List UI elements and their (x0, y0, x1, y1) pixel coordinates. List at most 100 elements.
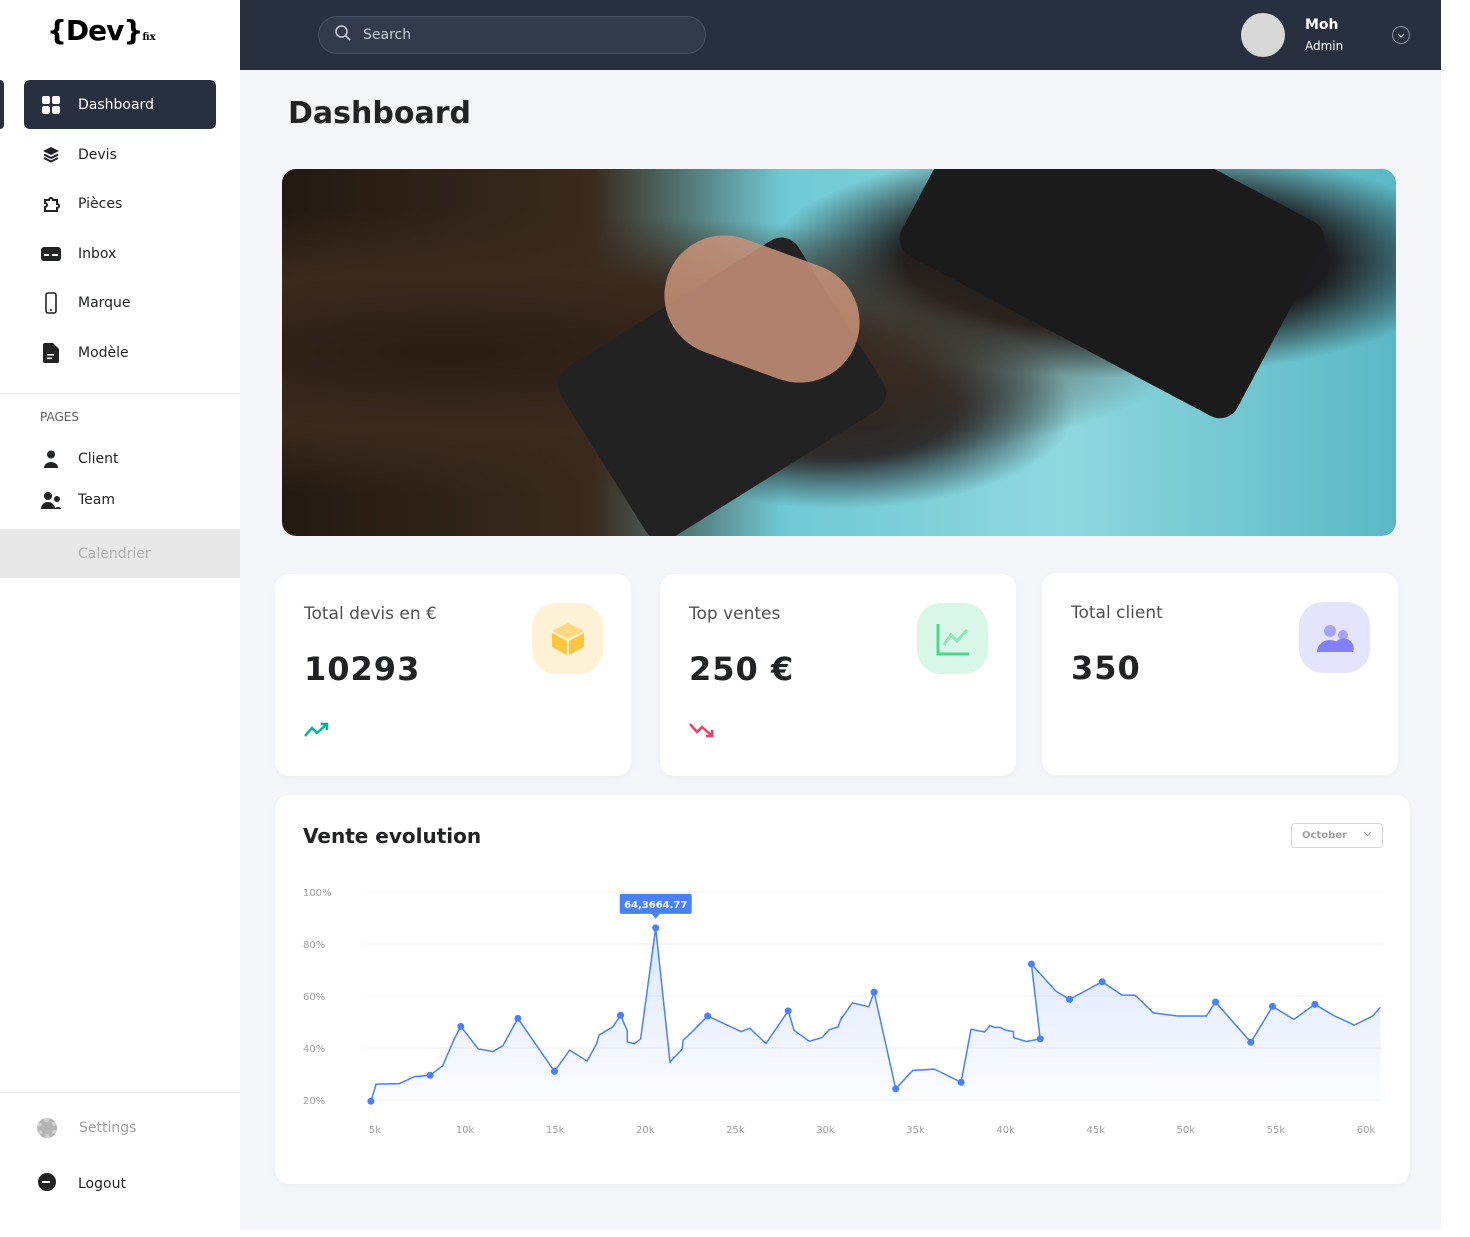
x-tick-label: 50k (1177, 1125, 1196, 1136)
settings-label: Settings (79, 1120, 137, 1136)
data-point (617, 1011, 625, 1019)
line-chart-icon (917, 603, 988, 674)
search-input[interactable]: Search (318, 16, 706, 54)
search-icon (335, 25, 351, 45)
page-title: Dashboard (288, 96, 471, 131)
stat-value: 10293 (304, 650, 421, 688)
x-tick-label: 30k (816, 1125, 835, 1136)
logo-text: {Dev} (47, 14, 143, 47)
data-point (426, 1071, 434, 1079)
main-content: Dashboard Total devis en € 10293 Top ven… (240, 70, 1441, 1230)
data-point (514, 1014, 522, 1022)
x-tick-label: 20k (636, 1125, 655, 1136)
logo-sub: fix (142, 32, 156, 43)
x-tick-label: 25k (726, 1125, 745, 1136)
data-point (704, 1012, 712, 1020)
stat-card-total-devis: Total devis en € 10293 (275, 574, 631, 776)
user-icon (41, 449, 61, 469)
sidebar: {Dev}fix Dashboard Devis Pièces Inbox Ma… (0, 0, 240, 1237)
tooltip-pointer (651, 913, 660, 919)
sidebar-item-label: Client (78, 450, 119, 467)
puzzle-icon (41, 194, 61, 214)
divider (0, 393, 240, 394)
stat-value: 250 € (689, 650, 795, 688)
user-role: Admin (1305, 39, 1344, 53)
data-point (1268, 1002, 1276, 1010)
sidebar-item-dashboard[interactable]: Dashboard (24, 80, 216, 129)
data-point (1036, 1035, 1044, 1043)
grid-icon (41, 95, 61, 115)
sales-chart-card: Vente evolution October 100% 80% 60% 40% 20%… (275, 795, 1410, 1184)
x-tick-label: 5k (369, 1125, 381, 1136)
sidebar-item-label: Pièces (78, 195, 123, 212)
sidebar-item-label: Devis (78, 146, 117, 163)
card-icon (41, 244, 61, 264)
team-icon (41, 490, 61, 510)
area-fill (370, 927, 1381, 1102)
sidebar-item-modele[interactable]: Modèle (24, 328, 216, 377)
data-point (957, 1078, 965, 1086)
chevron-down-icon[interactable] (1392, 26, 1410, 44)
data-point (1247, 1038, 1255, 1046)
stat-label: Total client (1071, 603, 1163, 623)
active-indicator (0, 80, 4, 129)
sidebar-item-team[interactable]: Team (24, 475, 216, 524)
logout-icon (38, 1173, 56, 1195)
data-point (652, 924, 660, 932)
sidebar-item-label: Inbox (78, 245, 117, 262)
user-name: Moh (1305, 17, 1339, 33)
stat-label: Top ventes (689, 604, 781, 624)
users-icon (1299, 602, 1370, 673)
data-point (367, 1097, 375, 1105)
hero-image (282, 169, 1396, 536)
document-icon (41, 342, 61, 363)
data-point (1212, 998, 1220, 1006)
data-point (1311, 1000, 1319, 1008)
stat-card-top-ventes: Top ventes 250 € (660, 574, 1016, 776)
x-tick-label: 45k (1086, 1125, 1105, 1136)
sidebar-item-calendrier[interactable]: Calendrier (0, 529, 240, 578)
x-tick-label: 10k (456, 1125, 475, 1136)
divider (0, 1092, 240, 1093)
section-label: PAGES (40, 410, 79, 424)
x-tick-label: 60k (1357, 1125, 1376, 1136)
sidebar-item-label: Marque (78, 294, 131, 311)
y-tick-label: 40% (303, 1044, 325, 1055)
phone-icon (41, 291, 61, 314)
logo: {Dev}fix (47, 14, 156, 47)
stat-card-total-client: Total client 350 (1042, 573, 1398, 775)
search-placeholder: Search (363, 27, 412, 43)
gear-icon (37, 1118, 57, 1138)
x-tick-label: 40k (996, 1125, 1015, 1136)
data-point (870, 988, 878, 996)
data-point (1066, 995, 1074, 1003)
stat-value: 350 (1071, 649, 1141, 687)
sidebar-item-pieces[interactable]: Pièces (24, 179, 216, 228)
data-point (457, 1022, 465, 1030)
y-tick-label: 20% (303, 1096, 325, 1107)
logout-label: Logout (78, 1176, 126, 1192)
layers-icon (41, 145, 61, 165)
data-point (892, 1085, 900, 1093)
avatar[interactable] (1241, 13, 1285, 57)
sidebar-item-devis[interactable]: Devis (24, 130, 216, 179)
y-tick-label: 100% (303, 888, 332, 899)
sidebar-item-label: Team (78, 491, 116, 508)
y-tick-label: 80% (303, 940, 325, 951)
sidebar-item-inbox[interactable]: Inbox (24, 229, 216, 278)
tooltip-label: 64,3664.77 (624, 900, 687, 911)
sidebar-item-label: Modèle (78, 344, 129, 361)
x-tick-label: 55k (1267, 1125, 1286, 1136)
box-icon (532, 603, 603, 674)
x-tick-label: 15k (546, 1125, 565, 1136)
x-tick-label: 35k (906, 1125, 925, 1136)
sidebar-item-marque[interactable]: Marque (24, 278, 216, 327)
data-point (784, 1007, 792, 1015)
data-point (1027, 960, 1035, 968)
trending-down-icon (689, 722, 715, 742)
sales-chart: 100% 80% 60% 40% 20% 5k 10k 15k 20k 25k 30k 35k 40k 4… (303, 888, 1383, 1136)
data-point (550, 1067, 558, 1075)
top-bar: Search Moh Admin (240, 0, 1441, 70)
stat-label: Total devis en € (304, 604, 437, 624)
trending-up-icon (304, 722, 330, 742)
